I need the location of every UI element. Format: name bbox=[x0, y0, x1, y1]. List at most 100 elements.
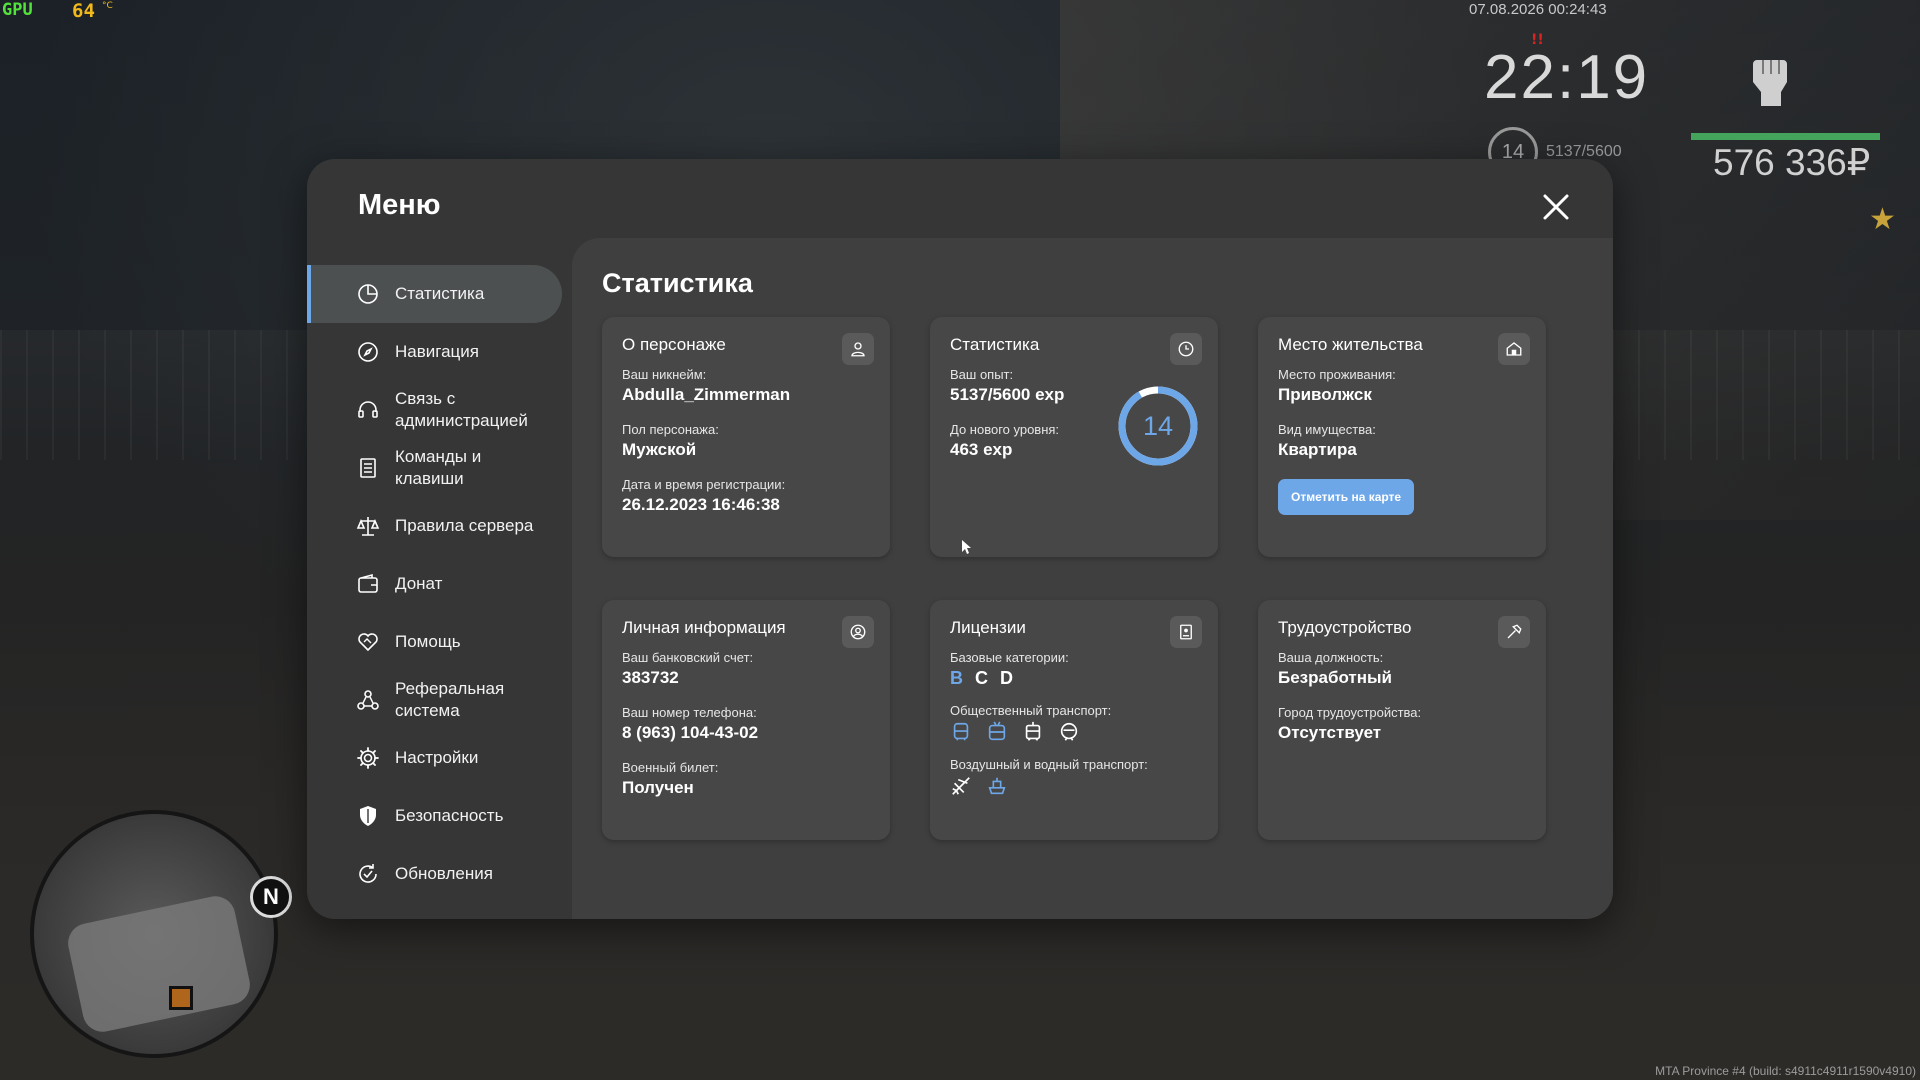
id-card-icon bbox=[1180, 624, 1192, 640]
minimap-land bbox=[64, 892, 254, 1036]
sidebar-item-label: Навигация bbox=[395, 342, 479, 361]
license-category-d: D bbox=[1000, 668, 1013, 688]
nickname-label: Ваш никнейм: bbox=[622, 367, 707, 382]
base-categories-label: Базовые категории: bbox=[950, 650, 1069, 665]
bank-label: Ваш банковский счет: bbox=[622, 650, 754, 665]
sidebar-item-updates[interactable]: Обновления bbox=[307, 845, 573, 903]
card-title: Трудоустройство bbox=[1278, 618, 1412, 637]
card-title: Личная информация bbox=[622, 618, 786, 637]
property-label: Вид имущества: bbox=[1278, 422, 1376, 437]
sidebar-item-statistics[interactable]: Статистика bbox=[307, 265, 562, 323]
gpu-label: GPU bbox=[2, 0, 33, 20]
gender-label: Пол персонажа: bbox=[622, 422, 719, 437]
card-title: Место жительства bbox=[1278, 335, 1423, 354]
wallet-icon bbox=[358, 573, 378, 593]
referral-network-icon bbox=[357, 690, 379, 710]
document-list-icon bbox=[360, 458, 376, 478]
gear-icon bbox=[357, 747, 379, 769]
exp-label: Ваш опыт: bbox=[950, 367, 1014, 382]
mark-on-map-button[interactable]: Отметить на карте bbox=[1278, 479, 1415, 515]
trolleybus-icon bbox=[988, 721, 1006, 741]
hud-datetime: 07.08.2026 00:24:43 bbox=[1469, 1, 1607, 18]
menu-title: Меню bbox=[358, 189, 441, 221]
house-icon bbox=[1506, 342, 1522, 356]
card-icon-container bbox=[842, 333, 874, 365]
air-water-transport-label: Воздушный и водный транспорт: bbox=[950, 757, 1148, 772]
gpu-temperature: 64 bbox=[72, 0, 95, 22]
wanted-star-icon: ★ bbox=[1869, 202, 1896, 237]
sidebar-item-label: Безопасность bbox=[395, 806, 504, 825]
phone-label: Ваш номер телефона: bbox=[622, 705, 757, 720]
scales-icon bbox=[356, 517, 380, 536]
bus-icon bbox=[953, 722, 969, 741]
military-value: Получен bbox=[622, 778, 694, 797]
license-category-b: B bbox=[950, 668, 963, 688]
sidebar: Статистика Навигация Связь с администрац… bbox=[307, 265, 573, 903]
sidebar-item-label: Правила сервера bbox=[395, 516, 534, 535]
place-value: Приволжск bbox=[1278, 385, 1372, 404]
sidebar-item-label: Помощь bbox=[395, 632, 461, 651]
air-water-transport-icons bbox=[950, 775, 1198, 797]
level-value: 14 bbox=[1142, 410, 1174, 441]
sidebar-item-commands[interactable]: Команды и клавиши bbox=[307, 439, 573, 497]
sidebar-item-label: Настройки bbox=[395, 748, 479, 767]
pie-chart-icon bbox=[358, 284, 378, 304]
shield-icon bbox=[360, 806, 376, 826]
sidebar-item-label: Связь с администрацией bbox=[395, 389, 528, 430]
sidebar-item-referral[interactable]: Реферальная система bbox=[307, 671, 573, 729]
gpu-temperature-unit: °C bbox=[102, 1, 113, 11]
refresh-check-icon bbox=[359, 864, 377, 883]
sidebar-item-label: Реферальная система bbox=[395, 679, 505, 720]
place-label: Место проживания: bbox=[1278, 367, 1396, 382]
license-category-c: C bbox=[975, 668, 988, 688]
bank-value: 383732 bbox=[622, 668, 679, 687]
employment-card: Трудоустройство Ваша должность: Безработ… bbox=[1258, 600, 1546, 840]
hammer-icon bbox=[1507, 624, 1522, 639]
headset-icon bbox=[358, 401, 378, 418]
public-transport-label: Общественный транспорт: bbox=[950, 703, 1112, 718]
card-icon-container bbox=[1170, 333, 1202, 365]
card-icon-container bbox=[1498, 333, 1530, 365]
minimap-north-icon: N bbox=[250, 876, 292, 918]
fist-weapon-icon bbox=[1753, 60, 1787, 106]
user-circle-icon bbox=[850, 624, 866, 640]
compass-icon bbox=[358, 342, 378, 362]
property-value: Квартира bbox=[1278, 440, 1357, 459]
phone-value: 8 (963) 104-43-02 bbox=[622, 723, 759, 742]
character-card: О персонаже Ваш никнейм: Abdulla_Zimmerm… bbox=[602, 317, 890, 557]
minimap-player-marker bbox=[169, 986, 193, 1010]
card-icon-container bbox=[842, 616, 874, 648]
sidebar-item-settings[interactable]: Настройки bbox=[307, 729, 573, 787]
sidebar-item-label: Статистика bbox=[395, 284, 485, 303]
nickname-value: Abdulla_Zimmerman bbox=[622, 385, 791, 404]
sidebar-item-label: Обновления bbox=[395, 864, 493, 883]
mouse-cursor-icon bbox=[962, 540, 971, 554]
sidebar-item-rules[interactable]: Правила сервера bbox=[307, 497, 573, 555]
sidebar-item-label: Донат bbox=[395, 574, 443, 593]
user-icon bbox=[851, 342, 865, 357]
licenses-card: Лицензии Базовые категории: B C D Общест… bbox=[930, 600, 1218, 840]
health-bar bbox=[1691, 133, 1880, 140]
close-icon[interactable] bbox=[1539, 190, 1573, 224]
hud-money: 576 336₽ bbox=[1713, 142, 1871, 183]
position-label: Ваша должность: bbox=[1278, 650, 1384, 665]
sidebar-item-admin-contact[interactable]: Связь с администрацией bbox=[307, 381, 573, 439]
stats-card: Статистика Ваш опыт: 5137/5600 exp До но… bbox=[930, 317, 1218, 557]
personal-info-card: Личная информация Ваш банковский счет: 3… bbox=[602, 600, 890, 840]
content-panel: Статистика О персонаже Ваш никнейм: Abdu… bbox=[572, 238, 1613, 919]
clock-icon bbox=[1178, 341, 1194, 357]
page-title: Статистика bbox=[602, 268, 753, 298]
metro-icon bbox=[1060, 722, 1078, 741]
sidebar-item-navigation[interactable]: Навигация bbox=[307, 323, 573, 381]
sidebar-item-help[interactable]: Помощь bbox=[307, 613, 573, 671]
hud-clock: 22:19 bbox=[1484, 43, 1650, 112]
boat-icon bbox=[988, 777, 1006, 795]
sidebar-item-donate[interactable]: Донат bbox=[307, 555, 573, 613]
gender-value: Мужской bbox=[622, 440, 697, 459]
card-title: О персонаже bbox=[622, 335, 726, 354]
sidebar-item-security[interactable]: Безопасность bbox=[307, 787, 573, 845]
military-label: Военный билет: bbox=[622, 760, 719, 775]
menu-window: Меню Статистика Навигация Связь с админи… bbox=[307, 159, 1613, 919]
minimap bbox=[30, 810, 278, 1058]
heart-handshake-icon bbox=[358, 633, 378, 652]
